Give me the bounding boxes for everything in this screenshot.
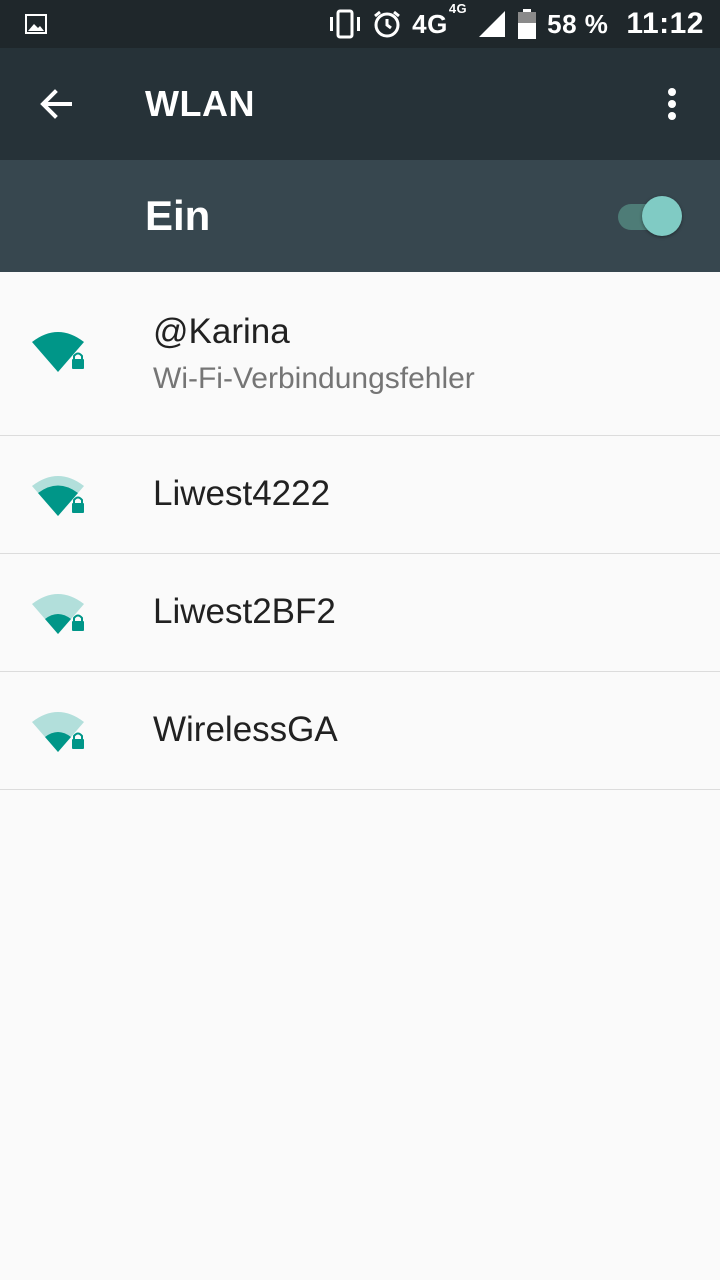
network-ssid: Liwest4222 bbox=[153, 474, 331, 513]
network-list: @Karina Wi-Fi-Verbindungsfehler Liwest42… bbox=[0, 272, 720, 790]
network-item-karina[interactable]: @Karina Wi-Fi-Verbindungsfehler bbox=[0, 272, 720, 436]
page-title: WLAN bbox=[145, 83, 255, 124]
status-bar: 4G4G 58 % 11:12 bbox=[0, 0, 720, 48]
clock: 11:12 bbox=[626, 7, 704, 40]
network-status: Wi-Fi-Verbindungsfehler bbox=[153, 362, 475, 395]
wifi-signal-2-lock-icon bbox=[32, 712, 84, 752]
wifi-signal-2-lock-icon bbox=[32, 594, 84, 634]
network-item-liwest2bf2[interactable]: Liwest2BF2 bbox=[0, 554, 720, 672]
network-item-liwest4222[interactable]: Liwest4222 bbox=[0, 436, 720, 554]
network-ssid: Liwest2BF2 bbox=[153, 592, 336, 631]
battery-percent: 58 % bbox=[547, 8, 609, 39]
network-ssid: WirelessGA bbox=[153, 710, 338, 749]
wifi-signal-3-lock-icon bbox=[32, 476, 84, 516]
wlan-toggle[interactable] bbox=[616, 196, 682, 236]
wlan-switch-bar[interactable]: Ein bbox=[0, 160, 720, 272]
network-type: 4G4G bbox=[412, 0, 468, 39]
network-item-wirelessga[interactable]: WirelessGA bbox=[0, 672, 720, 790]
more-vert-icon[interactable] bbox=[652, 84, 692, 124]
network-ssid: @Karina bbox=[153, 312, 290, 351]
battery-icon bbox=[517, 9, 537, 39]
arrow-back-icon[interactable] bbox=[36, 84, 76, 124]
image-icon bbox=[25, 14, 47, 34]
vibrate-icon bbox=[328, 9, 362, 39]
app-bar: WLAN bbox=[0, 48, 720, 160]
toggle-thumb bbox=[642, 196, 682, 236]
switch-label: Ein bbox=[145, 192, 211, 239]
wifi-signal-full-lock-icon bbox=[32, 332, 84, 372]
alarm-icon bbox=[372, 9, 402, 39]
signal-icon bbox=[477, 9, 507, 39]
